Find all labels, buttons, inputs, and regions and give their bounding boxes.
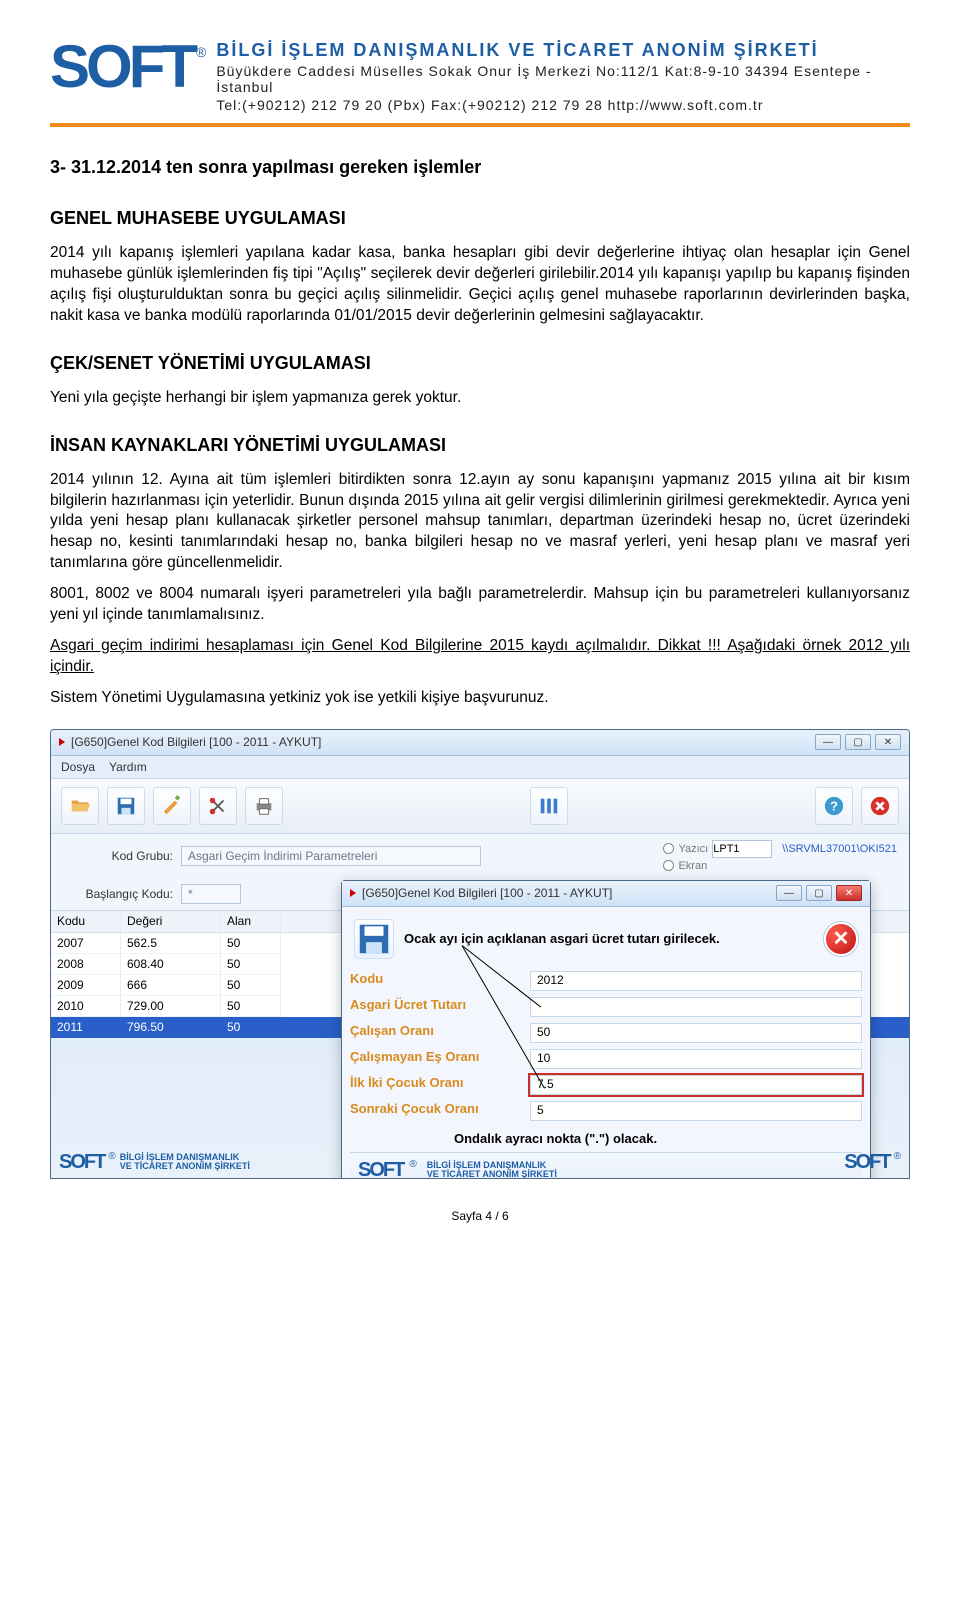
menu-yardim[interactable]: Yardım: [109, 760, 147, 774]
inner-save-button[interactable]: [354, 919, 394, 959]
header-rule: [50, 123, 910, 127]
doc-intro-heading: 3- 31.12.2014 ten sonra yapılması gereke…: [50, 157, 910, 178]
footer-reg-mark: ®: [108, 1151, 115, 1162]
titlebar-text-outer: [G650]Genel Kod Bilgileri [100 - 2011 - …: [71, 735, 815, 749]
registered-mark: ®: [196, 44, 206, 60]
value-kodu[interactable]: 2012: [530, 971, 862, 991]
label-ekran: Ekran: [678, 860, 707, 872]
company-name: BİLGİ İŞLEM DANIŞMANLIK VE TİCARET ANONİ…: [216, 40, 910, 61]
footer-reg-mark-right: ®: [894, 1151, 901, 1162]
section-body-ik-p3: Sistem Yönetimi Uygulamasına yetkiniz yo…: [50, 688, 910, 709]
pencil-icon: [161, 795, 183, 817]
inner-close-button[interactable]: ✕: [836, 885, 862, 901]
maximize-button[interactable]: ▢: [845, 734, 871, 750]
section-title-cek-senet: ÇEK/SENET YÖNETİMİ UYGULAMASI: [50, 353, 910, 374]
toolbar-save-button[interactable]: [107, 787, 145, 825]
value-ilk-iki-cocuk[interactable]: 7.5: [530, 1075, 862, 1095]
label-kodu: Kodu: [350, 971, 520, 991]
toolbar: ?: [51, 779, 909, 834]
svg-text:?: ?: [830, 798, 838, 813]
folder-open-icon: [69, 795, 91, 817]
save-icon: [115, 795, 137, 817]
label-ilk-iki-cocuk: İlk İki Çocuk Oranı: [350, 1075, 520, 1095]
app-window-outer: [G650]Genel Kod Bilgileri [100 - 2011 - …: [50, 729, 910, 1179]
section-body-ik-p1: 2014 yılının 12. Ayına ait tüm işlemleri…: [50, 470, 910, 575]
footer-tagline: BİLGİ İŞLEM DANIŞMANLIKVE TİCARET ANONİM…: [120, 1153, 250, 1172]
footer-logo-text: SOFT: [59, 1151, 104, 1174]
letterhead: SOFT ® BİLGİ İŞLEM DANIŞMANLIK VE TİCARE…: [50, 40, 910, 117]
titlebar-pin-icon: [350, 889, 356, 897]
inner-minimize-button[interactable]: —: [776, 885, 802, 901]
company-contact: Tel:(+90212) 212 79 20 (Pbx) Fax:(+90212…: [216, 97, 910, 113]
label-sonraki-cocuk: Sonraki Çocuk Oranı: [350, 1101, 520, 1121]
annotation-decimal: Ondalık ayracı nokta (".") olacak.: [454, 1131, 862, 1146]
grid-header-kodu: Kodu: [51, 911, 121, 932]
annotation-save-note: Ocak ayı için açıklanan asgari ücret tut…: [404, 931, 720, 947]
input-kod-grubu[interactable]: [181, 846, 481, 866]
close-red-icon: [869, 795, 891, 817]
section-body-ik-p2: 8001, 8002 ve 8004 numaralı işyeri param…: [50, 584, 910, 626]
menu-dosya[interactable]: Dosya: [61, 760, 95, 774]
value-calismayan-es-orani[interactable]: 10: [530, 1049, 862, 1069]
lpt-input[interactable]: [712, 840, 772, 858]
app-window-inner: [G650]Genel Kod Bilgileri [100 - 2011 - …: [341, 880, 871, 1179]
scissors-icon: [207, 795, 229, 817]
label-calismayan-es-orani: Çalışmayan Eş Oranı: [350, 1049, 520, 1069]
toolbar-columns-button[interactable]: [530, 787, 568, 825]
company-address: Büyükdere Caddesi Müselles Sokak Onur İş…: [216, 63, 910, 95]
toolbar-edit-button[interactable]: [153, 787, 191, 825]
grid-header-alan: Alan: [221, 911, 281, 932]
company-logo: SOFT ®: [50, 40, 204, 94]
value-calisan-orani[interactable]: 50: [530, 1023, 862, 1043]
toolbar-close-red-button[interactable]: [861, 787, 899, 825]
menubar: Dosya Yardım: [51, 756, 909, 779]
toolbar-cut-button[interactable]: [199, 787, 237, 825]
toolbar-help-button[interactable]: ?: [815, 787, 853, 825]
outer-footer-bar: SOFT ® BİLGİ İŞLEM DANIŞMANLIKVE TİCARET…: [59, 1151, 901, 1174]
label-kod-grubu: Kod Grubu:: [63, 849, 173, 863]
section-title-muhasebe: GENEL MUHASEBE UYGULAMASI: [50, 208, 910, 229]
input-baslangic[interactable]: [181, 884, 241, 904]
inner-body: Ocak ayı için açıklanan asgari ücret tut…: [342, 907, 870, 1179]
radio-yazici[interactable]: [663, 843, 674, 854]
value-asgari-ucret[interactable]: [530, 997, 862, 1017]
radio-ekran[interactable]: [663, 860, 674, 871]
inner-maximize-button[interactable]: ▢: [806, 885, 832, 901]
titlebar-text-inner: [G650]Genel Kod Bilgileri [100 - 2011 - …: [362, 886, 776, 900]
toolbar-print-button[interactable]: [245, 787, 283, 825]
grid-header-degeri: Değeri: [121, 911, 221, 932]
key-value-form: Kodu 2012 Asgari Ücret Tutarı Çalışan Or…: [350, 971, 862, 1121]
section-body-muhasebe: 2014 yılı kapanış işlemleri yapılana kad…: [50, 243, 910, 327]
logo-text: SOFT: [50, 40, 194, 94]
save-icon: [355, 920, 393, 958]
section-title-insan-kaynaklari: İNSAN KAYNAKLARI YÖNETİMİ UYGULAMASI: [50, 435, 910, 456]
columns-icon: [538, 795, 560, 817]
section-body-cek-senet: Yeni yıla geçişte herhangi bir işlem yap…: [50, 388, 910, 409]
footer-logo-text-right: SOFT: [844, 1151, 889, 1174]
label-yazici: Yazıcı: [678, 843, 708, 855]
value-sonraki-cocuk[interactable]: 5: [530, 1101, 862, 1121]
form-row-kod-grubu: Kod Grubu: Yazıcı \\SRVML37001\OKI521 Ek…: [51, 834, 909, 878]
printer-path: \\SRVML37001\OKI521: [782, 843, 897, 855]
output-radio-group: Yazıcı \\SRVML37001\OKI521 Ekran: [663, 840, 897, 872]
section-body-ik-underline: Asgari geçim indirimi hesaplaması için G…: [50, 636, 910, 678]
label-calisan-orani: Çalışan Oranı: [350, 1023, 520, 1043]
company-block: BİLGİ İŞLEM DANIŞMANLIK VE TİCARET ANONİ…: [216, 40, 910, 113]
help-icon: ?: [823, 795, 845, 817]
printer-icon: [253, 795, 275, 817]
inner-close-red-button[interactable]: ✕: [824, 922, 858, 956]
toolbar-open-button[interactable]: [61, 787, 99, 825]
page-number: Sayfa 4 / 6: [50, 1209, 910, 1223]
minimize-button[interactable]: —: [815, 734, 841, 750]
titlebar-inner: [G650]Genel Kod Bilgileri [100 - 2011 - …: [342, 881, 870, 907]
label-baslangic: Başlangıç Kodu:: [63, 887, 173, 901]
titlebar-outer: [G650]Genel Kod Bilgileri [100 - 2011 - …: [51, 730, 909, 756]
close-button[interactable]: ✕: [875, 734, 901, 750]
titlebar-pin-icon: [59, 738, 65, 746]
